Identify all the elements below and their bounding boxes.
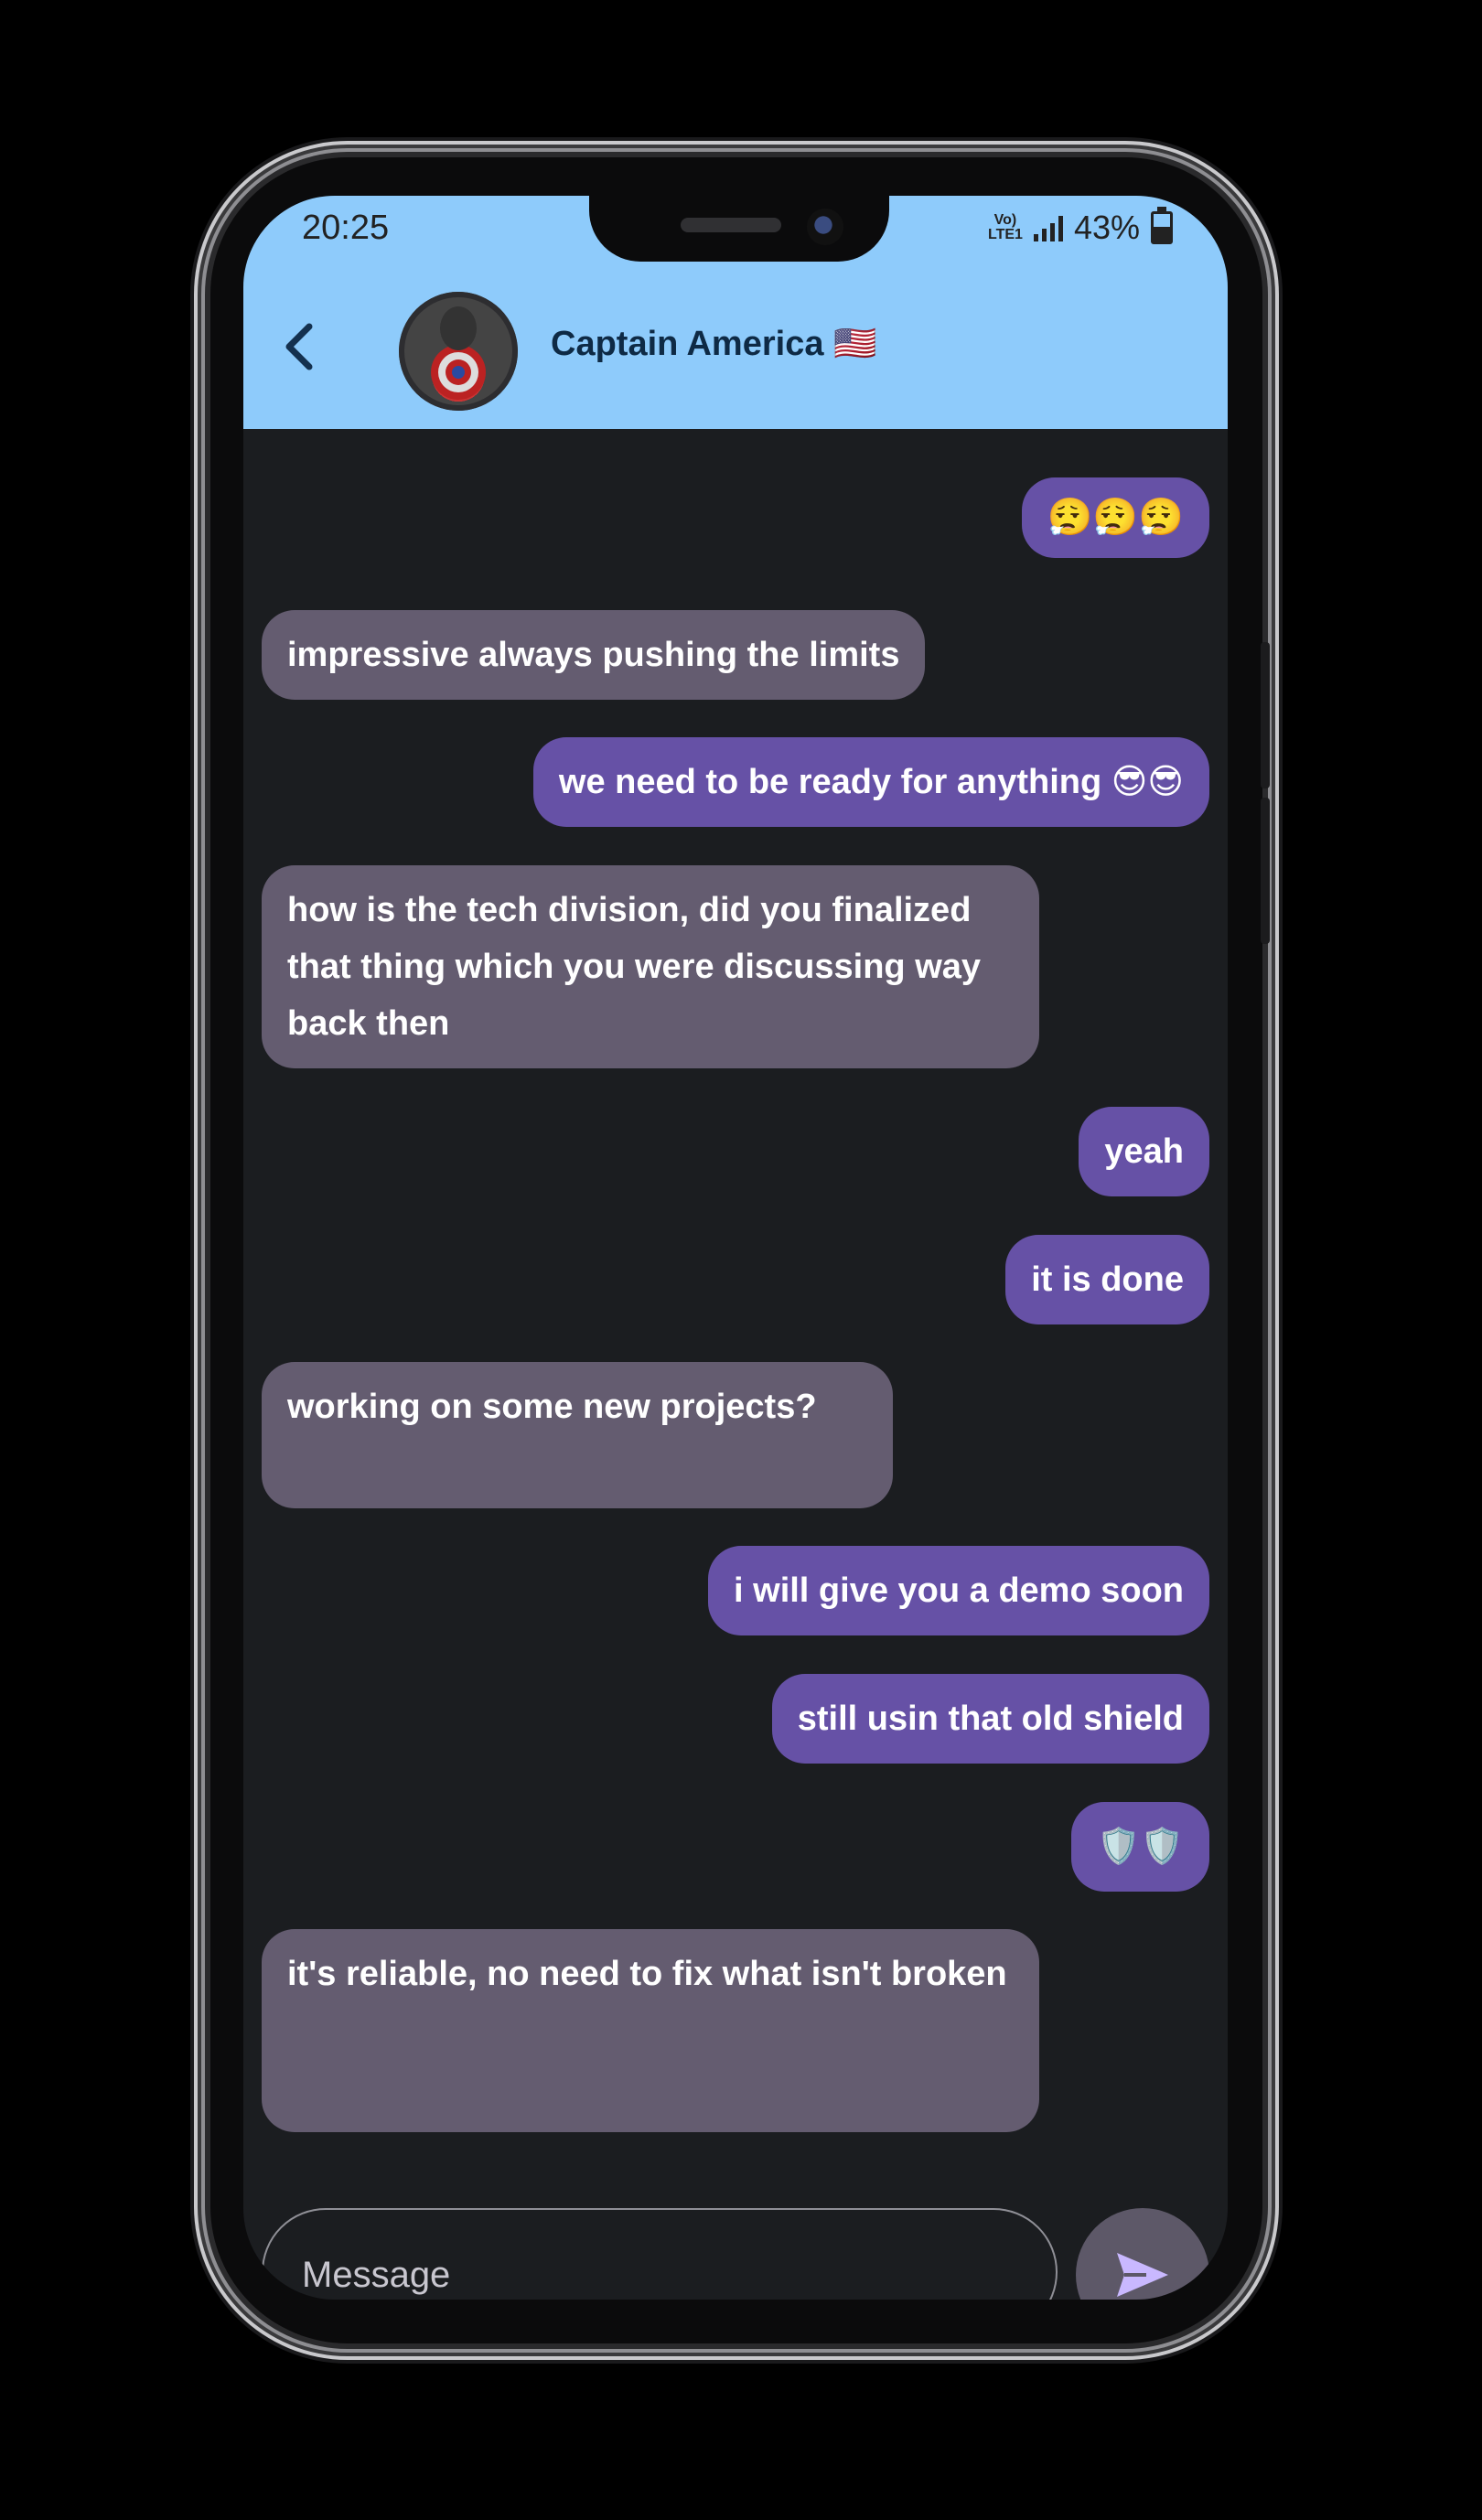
message-bubble-outgoing: it is done: [1005, 1235, 1209, 1324]
message-bubble-outgoing: 🛡️🛡️: [1071, 1802, 1209, 1892]
battery-icon: [1151, 207, 1173, 244]
message-bubble-outgoing: yeah: [1079, 1107, 1209, 1196]
chevron-left-icon[interactable]: [271, 319, 326, 374]
screen: 20:25 Vo)LTE1 43%: [243, 196, 1228, 2300]
earpiece-speaker: [681, 218, 781, 232]
chat-header: Captain America 🇺🇸: [243, 269, 1228, 429]
message-bubble-incoming: working on some new projects?: [262, 1362, 893, 1508]
message-bubble-incoming: it's reliable, no need to fix what isn't…: [262, 1929, 1039, 2132]
message-bubble-incoming: how is the tech division, did you finali…: [262, 865, 1039, 1068]
signal-icon: [1033, 214, 1063, 241]
message-bubble-outgoing: 😮‍💨😮‍💨😮‍💨: [1021, 477, 1209, 558]
avatar[interactable]: [399, 292, 518, 411]
front-camera: [807, 209, 843, 245]
message-composer[interactable]: [262, 2208, 1058, 2300]
send-button[interactable]: [1076, 2208, 1209, 2300]
battery-percent: 43%: [1073, 209, 1140, 246]
volume-button: [1261, 642, 1270, 788]
message-list[interactable]: 😮‍💨😮‍💨😮‍💨 impressive always pushing the …: [243, 429, 1228, 2194]
power-button: [1261, 798, 1270, 944]
send-icon: [1117, 2253, 1168, 2297]
message-bubble-incoming: impressive always pushing the limits: [262, 610, 926, 700]
status-time: 20:25: [302, 209, 390, 247]
message-bubble-outgoing: i will give you a demo soon: [708, 1546, 1209, 1635]
message-input[interactable]: [300, 2247, 1017, 2300]
contact-name[interactable]: Captain America 🇺🇸: [551, 324, 876, 364]
message-bubble-outgoing: still usin that old shield: [771, 1674, 1209, 1764]
system-icons: Vo) LTE1 43%: [988, 207, 1173, 247]
message-bubble-outgoing: we need to be ready for anything 😎😎: [532, 737, 1209, 827]
phone-frame: 20:25 Vo)LTE1 43%: [210, 157, 1270, 2343]
volte-icon: Vo) LTE1: [988, 212, 1023, 242]
